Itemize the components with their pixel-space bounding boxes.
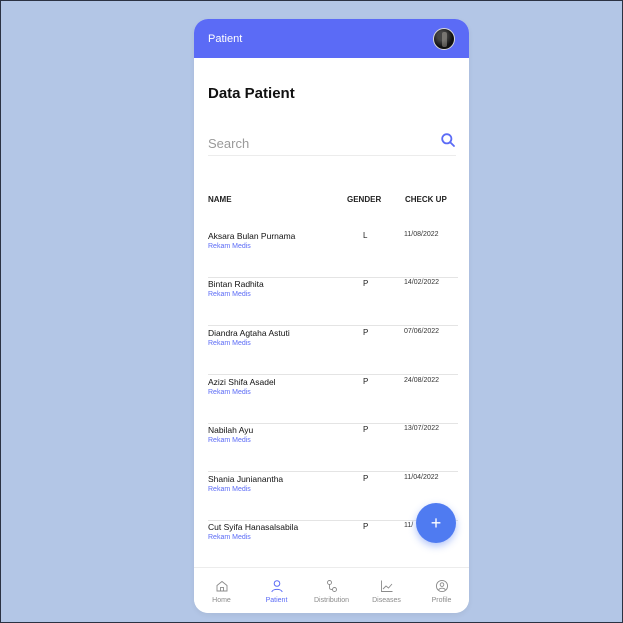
search-bar	[208, 129, 456, 156]
rekam-medis-link[interactable]: Rekam Medis	[208, 291, 251, 298]
checkup-date: 11/	[404, 522, 414, 529]
search-icon[interactable]	[440, 132, 456, 148]
nav-item-profile[interactable]: Profile	[414, 568, 469, 613]
bottom-nav: Home Patient Distribution Diseases Profi…	[194, 567, 469, 613]
patient-name: Shania Junianantha	[208, 474, 284, 484]
nav-item-patient[interactable]: Patient	[249, 568, 304, 613]
patient-name: Nabilah Ayu	[208, 425, 254, 435]
patient-gender: P	[363, 425, 369, 434]
table-row[interactable]: Azizi Shifa Asadel Rekam Medis P 24/08/2…	[208, 375, 458, 424]
nav-item-home[interactable]: Home	[194, 568, 249, 613]
user-icon	[270, 579, 283, 592]
patient-gender: P	[363, 522, 369, 531]
patient-name: Bintan Radhita	[208, 279, 264, 289]
canvas: Patient Data Patient NAME GENDER CHECK U…	[0, 0, 623, 623]
add-patient-button[interactable]: +	[416, 503, 456, 543]
rekam-medis-link[interactable]: Rekam Medis	[208, 243, 251, 250]
app-bar-title: Patient	[208, 32, 243, 45]
column-header-gender: GENDER	[347, 195, 382, 204]
nav-label-patient: Patient	[265, 596, 288, 604]
nav-label-distribution: Distribution	[313, 596, 349, 604]
patient-gender: P	[363, 474, 369, 483]
table-row[interactable]: Bintan Radhita Rekam Medis P 14/02/2022	[208, 277, 458, 326]
nav-item-distribution[interactable]: Distribution	[304, 568, 359, 613]
distribution-icon	[326, 579, 337, 592]
patient-name: Diandra Agtaha Astuti	[208, 328, 290, 338]
checkup-date: 11/04/2022	[404, 474, 439, 481]
nav-label-diseases: Diseases	[372, 596, 401, 604]
checkup-date: 24/08/2022	[404, 377, 440, 384]
page-title: Data Patient	[208, 85, 295, 102]
rekam-medis-link[interactable]: Rekam Medis	[208, 486, 251, 493]
rekam-medis-link[interactable]: Rekam Medis	[208, 534, 251, 541]
app-bar: Patient	[194, 19, 469, 58]
nav-label-profile: Profile	[431, 596, 452, 604]
patient-gender: L	[363, 231, 368, 240]
patient-gender: P	[363, 279, 369, 288]
phone-screen: Patient Data Patient NAME GENDER CHECK U…	[194, 19, 469, 613]
chart-icon	[380, 580, 392, 592]
rekam-medis-link[interactable]: Rekam Medis	[208, 389, 251, 396]
home-icon	[216, 580, 227, 591]
rekam-medis-link[interactable]: Rekam Medis	[208, 340, 251, 347]
avatar[interactable]	[433, 27, 455, 50]
table-row[interactable]: Diandra Agtaha Astuti Rekam Medis P 07/0…	[208, 326, 458, 375]
nav-label-home: Home	[212, 596, 231, 604]
patient-name: Aksara Bulan Purnama	[208, 231, 296, 241]
search-input[interactable]	[208, 133, 418, 153]
rekam-medis-link[interactable]: Rekam Medis	[208, 437, 251, 444]
table-row[interactable]: Nabilah Ayu Rekam Medis P 13/07/2022	[208, 423, 458, 472]
patient-gender: P	[363, 377, 369, 386]
profile-icon	[435, 579, 448, 592]
patient-gender: P	[363, 328, 369, 337]
patient-name: Cut Syifa Hanasalsabila	[208, 522, 299, 532]
column-header-name: NAME	[208, 195, 232, 204]
checkup-date: 11/08/2022	[404, 231, 439, 238]
checkup-date: 14/02/2022	[404, 279, 440, 286]
column-header-checkup: CHECK UP	[405, 195, 447, 204]
patient-name: Azizi Shifa Asadel	[208, 377, 276, 387]
checkup-date: 07/06/2022	[404, 328, 440, 335]
nav-item-diseases[interactable]: Diseases	[359, 568, 414, 613]
checkup-date: 13/07/2022	[404, 425, 440, 432]
plus-icon: +	[430, 512, 442, 533]
table-row[interactable]: Aksara Bulan Purnama Rekam Medis L 11/08…	[208, 229, 458, 278]
